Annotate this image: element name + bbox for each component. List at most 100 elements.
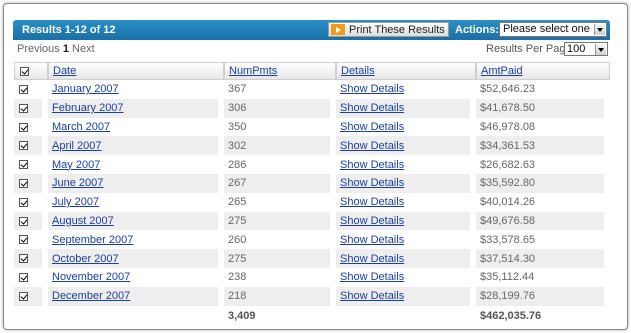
amtpaid-cell: $46,978.08 [476,117,610,137]
numpmts-cell: 267 [224,173,336,193]
numpmts-cell: 260 [224,230,336,250]
details-cell: Show Details [336,249,476,268]
checkbox-checked-icon[interactable] [19,272,28,282]
date-link[interactable]: October 2007 [52,253,119,265]
current-page: 1 [62,43,69,55]
numpmts-cell: 218 [224,286,336,306]
table-row: February 2007 306 Show Details $41,678.5… [14,98,610,118]
results-per-page-select[interactable]: 100 [564,42,608,56]
row-checkbox-cell [14,136,48,156]
show-details-link[interactable]: Show Details [340,215,404,227]
show-details-link[interactable]: Show Details [340,253,404,265]
totals-empty-cell [14,305,48,326]
details-cell: Show Details [336,80,476,99]
date-cell: August 2007 [48,211,224,231]
show-details-link[interactable]: Show Details [340,234,404,246]
numpmts-cell: 275 [224,249,336,268]
numpmts-cell: 302 [224,136,336,156]
show-details-link[interactable]: Show Details [340,271,404,283]
details-column-header[interactable]: Details [336,62,476,80]
amtpaid-cell: $26,682.63 [476,155,610,174]
checkbox-checked-icon[interactable] [19,103,28,113]
show-details-link[interactable]: Show Details [340,102,404,114]
table-row: May 2007 286 Show Details $26,682.63 [14,155,610,174]
date-link[interactable]: September 2007 [52,234,133,246]
numpmts-sort-link[interactable]: NumPmts [229,65,277,77]
checkbox-checked-icon[interactable] [19,160,28,170]
table-header-row: Date NumPmts Details AmtPaid [14,62,610,80]
date-cell: July 2007 [48,192,224,212]
table-row: November 2007 238 Show Details $35,112.4… [14,267,610,287]
actions-select[interactable]: Please select one [499,22,607,37]
pagination: Previous 1 Next [17,43,95,55]
amtpaid-cell: $49,676.58 [476,211,610,231]
total-amtpaid: $462,035.76 [476,305,610,326]
date-sort-link[interactable]: Date [53,65,76,77]
amtpaid-cell: $35,592.80 [476,173,610,193]
amtpaid-column-header[interactable]: AmtPaid [476,62,610,80]
date-cell: February 2007 [48,98,224,118]
details-cell: Show Details [336,155,476,174]
show-details-link[interactable]: Show Details [340,196,404,208]
table-row: August 2007 275 Show Details $49,676.58 [14,211,610,231]
play-icon [331,24,345,35]
checkbox-checked-icon[interactable] [19,216,28,226]
date-link[interactable]: July 2007 [52,196,99,208]
show-details-link[interactable]: Show Details [340,177,404,189]
details-cell: Show Details [336,173,476,193]
date-cell: June 2007 [48,173,224,193]
checkbox-checked-icon[interactable] [19,141,28,151]
date-link[interactable]: December 2007 [52,290,130,302]
date-link[interactable]: March 2007 [52,121,110,133]
checkbox-checked-icon[interactable] [19,178,28,188]
amtpaid-cell: $35,112.44 [476,267,610,287]
table-row: March 2007 350 Show Details $46,978.08 [14,117,610,137]
amtpaid-cell: $37,514.30 [476,249,610,268]
numpmts-cell: 306 [224,98,336,118]
show-details-link[interactable]: Show Details [340,121,404,133]
row-checkbox-cell [14,80,48,99]
table-row: April 2007 302 Show Details $34,361.53 [14,136,610,156]
numpmts-column-header[interactable]: NumPmts [224,62,336,80]
checkbox-checked-icon[interactable] [19,84,28,94]
results-title: Results 1-12 of 12 [22,24,116,36]
row-checkbox-cell [14,249,48,268]
previous-link[interactable]: Previous [17,43,60,55]
details-sort-link[interactable]: Details [341,65,375,77]
checkbox-checked-icon[interactable] [19,254,28,264]
show-details-link[interactable]: Show Details [340,140,404,152]
date-cell: November 2007 [48,267,224,287]
checkbox-checked-icon[interactable] [20,66,29,76]
actions-selected-value: Please select one [503,23,590,35]
results-table: Date NumPmts Details AmtPaid January 200… [14,62,610,326]
date-link[interactable]: November 2007 [52,271,130,283]
details-cell: Show Details [336,98,476,118]
table-row: December 2007 218 Show Details $28,199.7… [14,286,610,306]
show-details-link[interactable]: Show Details [340,290,404,302]
checkbox-checked-icon[interactable] [19,122,28,132]
date-link[interactable]: February 2007 [52,102,124,114]
next-link[interactable]: Next [72,43,95,55]
checkbox-checked-icon[interactable] [19,291,28,301]
print-results-button[interactable]: Print These Results [328,22,449,37]
date-cell: January 2007 [48,80,224,99]
amtpaid-cell: $52,646.23 [476,80,610,99]
show-details-link[interactable]: Show Details [340,83,404,95]
date-link[interactable]: August 2007 [52,215,114,227]
checkbox-checked-icon[interactable] [19,235,28,245]
checkbox-checked-icon[interactable] [19,197,28,207]
date-column-header[interactable]: Date [48,62,224,80]
row-checkbox-cell [14,211,48,231]
date-link[interactable]: April 2007 [52,140,102,152]
numpmts-cell: 286 [224,155,336,174]
row-checkbox-cell [14,173,48,193]
row-checkbox-cell [14,117,48,137]
date-link[interactable]: June 2007 [52,177,103,189]
amtpaid-sort-link[interactable]: AmtPaid [481,65,523,77]
date-link[interactable]: May 2007 [52,159,100,171]
details-cell: Show Details [336,136,476,156]
results-per-page-label: Results Per Page [486,43,572,55]
date-link[interactable]: January 2007 [52,83,119,95]
table-row: July 2007 265 Show Details $40,014.26 [14,192,610,212]
show-details-link[interactable]: Show Details [340,159,404,171]
